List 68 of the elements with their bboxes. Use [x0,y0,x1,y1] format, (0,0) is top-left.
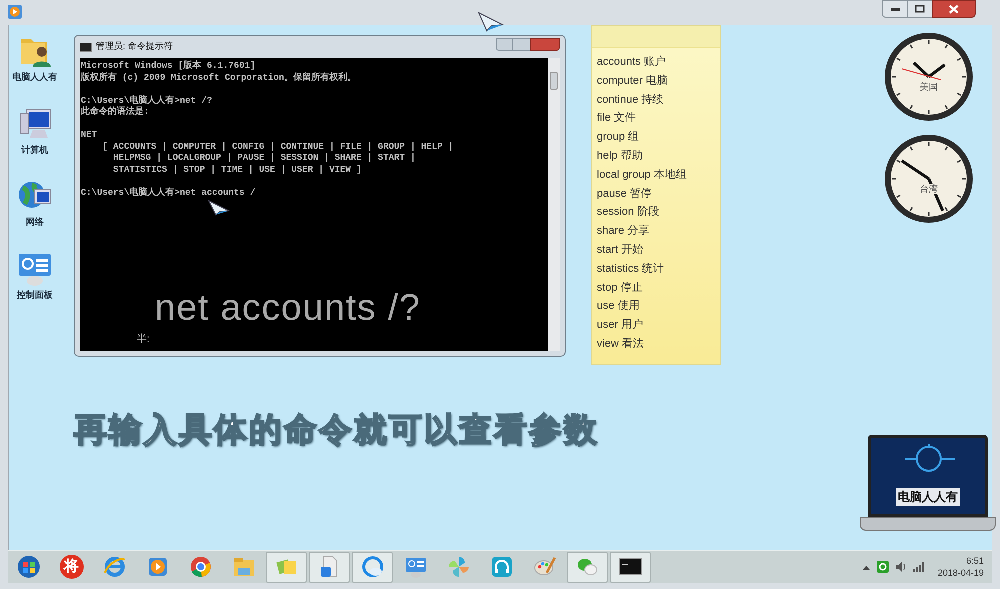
desktop-icon-label[interactable]: 计算机 [22,144,48,157]
maximize-icon [915,5,925,13]
taskbar-button[interactable]: 将 [51,552,92,582]
clock-label: 美国 [920,82,938,92]
note-line: accounts 账户 [597,54,668,70]
note-line: file 文件 [597,110,638,126]
desktop-icon-label[interactable]: 网络 [26,216,44,230]
note-line: group 组 [597,130,640,146]
clock-date[interactable]: 2018-04-19 [938,567,984,579]
cloud-icon [360,555,384,579]
console-line: 半: [137,332,150,347]
note-line: help 帮助 [597,148,644,164]
scroll-thumb[interactable] [550,72,558,90]
chevron-up-icon [862,564,870,570]
console-line: Microsoft Windows [版本 6.1.7601] [81,61,257,72]
minimize-button[interactable] [882,0,908,18]
desktop-icon-label[interactable]: 控制面板 [17,288,53,302]
clock-label: 台湾 [920,184,938,194]
pinwheel-icon [446,555,470,579]
folder-icon [232,555,256,579]
start-button-icon [16,555,40,579]
note-line: statistics 统计 [597,262,666,277]
minimize-icon [890,8,900,10]
headset-icon [490,555,514,579]
note-line: pause 暂停 [597,186,654,202]
player-logo-icon [8,5,22,19]
cursor-icon [478,12,504,32]
cursor-icon [208,200,230,216]
maximize-button[interactable] [908,0,932,18]
console-line: C:\Users\电脑人人有>net /? [81,96,214,106]
console-line: STATISTICS | STOP | TIME | USE | USER | VIEW ] [112,164,363,176]
console-line: 版权所有 (c) 2009 Microsoft Corporation。保留所有权利。 [81,72,358,84]
close-button[interactable] [932,0,976,18]
window-title: 管理员: 命令提示符 [96,40,174,54]
console-line: [ ACCOUNTS | COMPUTER | CONFIG | CONTINUE | FILE | GROUP | HELP | [102,142,455,153]
note-line: share 分享 [597,224,651,240]
note-line: use 使用 [597,299,641,314]
clock-face-icon [884,134,974,224]
close-button[interactable] [530,38,560,50]
clock-time[interactable]: 6:51 [966,555,984,567]
scrollbar[interactable] [548,58,560,351]
console-line: HELPMSG | LOCALGROUP | PAUSE | SESSION | SHARE | START | [112,153,417,164]
logo-text: 电脑人人有 [896,488,960,506]
note-line: session 阶段 [597,205,660,220]
note-line: view 看法 [597,336,646,352]
note-line: computer 电脑 [597,74,669,89]
sync-icon [876,561,889,573]
note-line: local group 本地组 [597,168,688,183]
note-line: start 开始 [597,242,644,258]
console-line: NET [81,130,98,142]
control-panel-icon [404,555,428,579]
app-badge-icon: 将 [60,555,84,579]
console-icon [80,42,92,52]
note-line: user 用户 [597,318,644,334]
speaker-icon [896,562,906,572]
browser-icon [188,555,212,579]
taskbar-button[interactable] [610,552,651,582]
browser-icon [102,555,126,579]
clock-face-icon [884,32,974,122]
note-line: stop 停止 [597,280,644,296]
note-line: continue 持续 [597,92,665,108]
close-icon [949,4,959,14]
signal-icon [912,562,925,572]
desktop-icon-label[interactable]: 电脑人人有 [12,71,58,84]
overlay-caption: net accounts /? [155,286,421,330]
video-caption: 再输入具体的命令就可以查看参数 [74,409,599,451]
console-line: C:\Users\电脑人人有>net accounts / [81,188,257,199]
console-line: 此命令的语法是: [81,107,150,118]
